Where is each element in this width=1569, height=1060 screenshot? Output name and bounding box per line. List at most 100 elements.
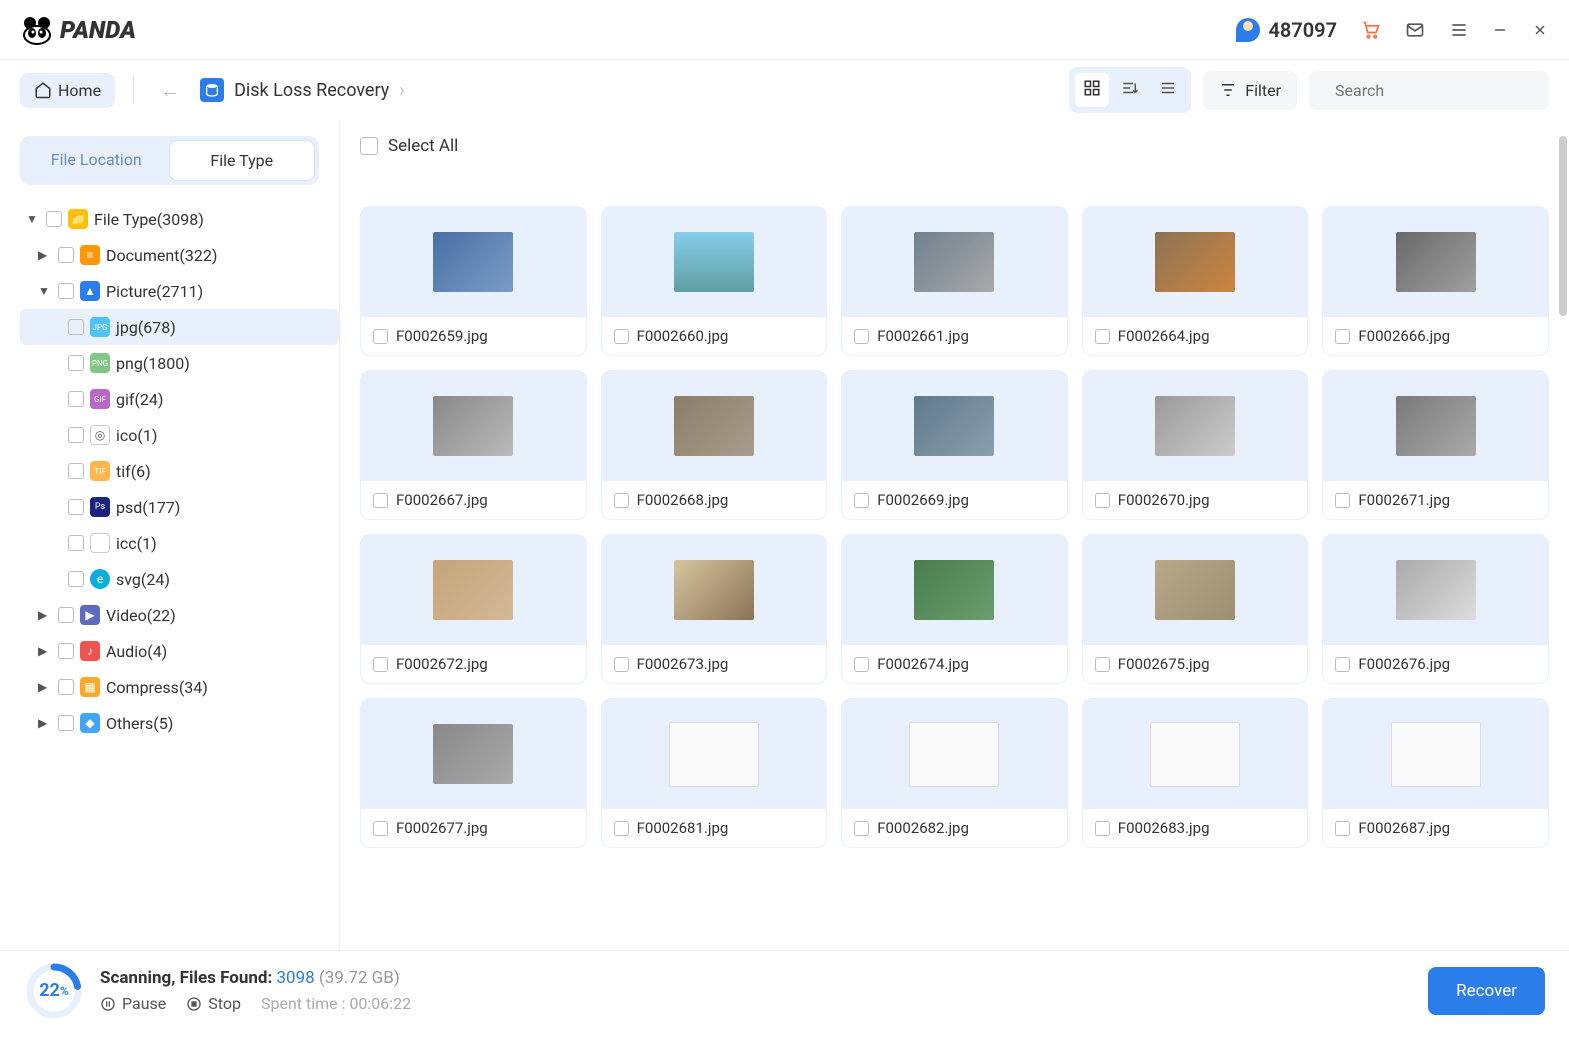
tree-svg[interactable]: esvg(24) — [20, 561, 339, 597]
file-grid: F0002659.jpg F0002660.jpg F0002661.jpg F000… — [360, 168, 1549, 848]
file-thumbnail — [602, 535, 827, 645]
file-name: F0002659.jpg — [396, 327, 488, 345]
file-checkbox[interactable] — [854, 493, 869, 508]
file-card[interactable]: F0002687.jpg — [1322, 698, 1549, 848]
file-card[interactable]: F0002659.jpg — [360, 206, 587, 356]
search-box[interactable] — [1309, 71, 1549, 110]
tree-icc[interactable]: ◢icc(1) — [20, 525, 339, 561]
filter-button[interactable]: Filter — [1203, 71, 1297, 110]
file-checkbox[interactable] — [373, 493, 388, 508]
file-card[interactable]: F0002681.jpg — [601, 698, 828, 848]
tree-png[interactable]: PNGpng(1800) — [20, 345, 339, 381]
file-card[interactable]: F0002674.jpg — [841, 534, 1068, 684]
grid-view-button[interactable] — [1075, 73, 1109, 107]
tree-video[interactable]: ▶▶Video(22) — [20, 597, 339, 633]
file-thumbnail — [842, 699, 1067, 809]
tree-audio[interactable]: ▶♪Audio(4) — [20, 633, 339, 669]
file-checkbox[interactable] — [373, 329, 388, 344]
file-card[interactable]: F0002668.jpg — [601, 370, 828, 520]
disk-icon — [200, 78, 224, 102]
file-card[interactable]: F0002669.jpg — [841, 370, 1068, 520]
file-checkbox[interactable] — [1335, 329, 1350, 344]
file-checkbox[interactable] — [1095, 329, 1110, 344]
tree-picture[interactable]: ▼▲Picture(2711) — [20, 273, 339, 309]
file-card[interactable]: F0002672.jpg — [360, 534, 587, 684]
back-button[interactable]: ← — [152, 78, 188, 103]
file-name: F0002672.jpg — [396, 655, 488, 673]
search-input[interactable] — [1335, 81, 1538, 100]
file-card[interactable]: F0002682.jpg — [841, 698, 1068, 848]
file-checkbox[interactable] — [854, 657, 869, 672]
tree-psd[interactable]: Pspsd(177) — [20, 489, 339, 525]
recover-button[interactable]: Recover — [1428, 967, 1545, 1015]
tree-gif[interactable]: GIFgif(24) — [20, 381, 339, 417]
file-checkbox[interactable] — [614, 657, 629, 672]
user-avatar-icon[interactable] — [1236, 18, 1260, 42]
file-checkbox[interactable] — [1335, 493, 1350, 508]
file-thumbnail — [361, 207, 586, 317]
tree-document[interactable]: ▶≡Document(322) — [20, 237, 339, 273]
progress-ring: 22% — [24, 961, 84, 1021]
file-card[interactable]: F0002664.jpg — [1082, 206, 1309, 356]
scrollbar-thumb[interactable] — [1559, 136, 1567, 316]
file-checkbox[interactable] — [854, 821, 869, 836]
file-checkbox[interactable] — [614, 329, 629, 344]
file-card[interactable]: F0002675.jpg — [1082, 534, 1309, 684]
tree-jpg[interactable]: JPGjpg(678) — [20, 309, 339, 345]
mail-icon[interactable] — [1405, 20, 1425, 40]
home-button[interactable]: Home — [20, 73, 115, 108]
tree-root[interactable]: ▼📁File Type(3098) — [20, 201, 339, 237]
tree-compress[interactable]: ▶▦Compress(34) — [20, 669, 339, 705]
select-all-checkbox[interactable] — [360, 137, 378, 155]
file-thumbnail — [1323, 371, 1548, 481]
file-card[interactable]: F0002670.jpg — [1082, 370, 1309, 520]
scrollbar[interactable] — [1559, 136, 1567, 934]
file-card[interactable]: F0002683.jpg — [1082, 698, 1309, 848]
select-all[interactable]: Select All — [360, 136, 1549, 156]
tab-file-type[interactable]: File Type — [169, 140, 316, 181]
titlebar: PANDA 487097 — [0, 0, 1569, 60]
file-name: F0002666.jpg — [1358, 327, 1450, 345]
file-thumbnail — [361, 535, 586, 645]
tree-tif[interactable]: TIFtif(6) — [20, 453, 339, 489]
file-card[interactable]: F0002676.jpg — [1322, 534, 1549, 684]
file-thumbnail — [602, 699, 827, 809]
file-checkbox[interactable] — [614, 493, 629, 508]
file-checkbox[interactable] — [1095, 821, 1110, 836]
stop-button[interactable]: Stop — [186, 994, 241, 1013]
file-name: F0002667.jpg — [396, 491, 488, 509]
menu-icon[interactable] — [1449, 20, 1469, 40]
file-checkbox[interactable] — [614, 821, 629, 836]
file-card[interactable]: F0002667.jpg — [360, 370, 587, 520]
file-name: F0002661.jpg — [877, 327, 969, 345]
file-card[interactable]: F0002677.jpg — [360, 698, 587, 848]
tab-file-location[interactable]: File Location — [24, 140, 169, 181]
minimize-button[interactable] — [1493, 22, 1509, 38]
file-name: F0002670.jpg — [1118, 491, 1210, 509]
file-checkbox[interactable] — [1095, 657, 1110, 672]
sort-view-button[interactable] — [1113, 73, 1147, 107]
file-card[interactable]: F0002661.jpg — [841, 206, 1068, 356]
file-checkbox[interactable] — [1095, 493, 1110, 508]
file-card[interactable]: F0002666.jpg — [1322, 206, 1549, 356]
file-checkbox[interactable] — [373, 821, 388, 836]
home-label: Home — [58, 81, 101, 100]
tree-others[interactable]: ▶◆Others(5) — [20, 705, 339, 741]
file-card[interactable]: F0002673.jpg — [601, 534, 828, 684]
app-logo: PANDA — [20, 15, 136, 45]
tree-ico[interactable]: ◎ico(1) — [20, 417, 339, 453]
file-card[interactable]: F0002660.jpg — [601, 206, 828, 356]
cart-icon[interactable] — [1361, 20, 1381, 40]
file-checkbox[interactable] — [854, 329, 869, 344]
pause-button[interactable]: Pause — [100, 994, 166, 1013]
file-checkbox[interactable] — [373, 657, 388, 672]
breadcrumb-text[interactable]: Disk Loss Recovery — [234, 80, 389, 101]
app-name: PANDA — [60, 16, 136, 44]
list-view-button[interactable] — [1151, 73, 1185, 107]
file-checkbox[interactable] — [1335, 821, 1350, 836]
scan-status: Scanning, Files Found: 3098 (39.72 GB) — [100, 968, 411, 988]
close-button[interactable] — [1533, 22, 1549, 38]
file-thumbnail — [602, 207, 827, 317]
file-checkbox[interactable] — [1335, 657, 1350, 672]
file-card[interactable]: F0002671.jpg — [1322, 370, 1549, 520]
